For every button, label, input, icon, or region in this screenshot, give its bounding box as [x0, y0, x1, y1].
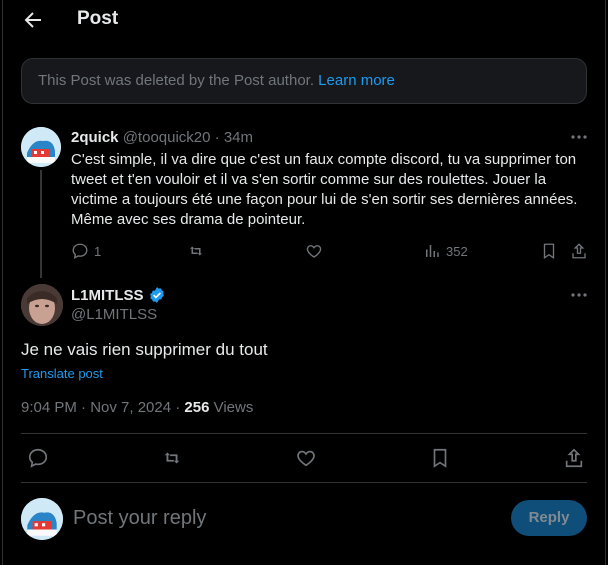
- post-views-label: Views: [209, 399, 254, 416]
- post-meta: 9:04 PM · Nov 7, 2024 · 256 Views: [21, 399, 253, 416]
- main-post-text: Je ne vais rien supprimer du tout: [21, 340, 268, 359]
- main-author-name[interactable]: L1MITLSS: [71, 287, 144, 304]
- views-count: 352: [446, 243, 468, 259]
- back-arrow-icon[interactable]: [21, 8, 45, 32]
- main-actions: [21, 447, 587, 471]
- avatar[interactable]: [21, 284, 63, 326]
- reply-author-name[interactable]: 2quick: [71, 129, 119, 146]
- translate-post-link[interactable]: Translate post: [21, 366, 103, 381]
- share-button[interactable]: [570, 242, 588, 260]
- reply-separator: ·: [214, 129, 220, 146]
- learn-more-link[interactable]: Learn more: [318, 72, 395, 89]
- header: Post: [3, 0, 605, 40]
- deleted-post-notice: This Post was deleted by the Post author…: [21, 58, 587, 104]
- repost-button[interactable]: [187, 242, 205, 260]
- main-author-row: L1MITLSS: [71, 286, 166, 304]
- reply-count: 1: [94, 243, 102, 259]
- post-views-count: 256: [184, 399, 210, 416]
- reply-actions: 1 352: [71, 242, 591, 262]
- divider: [21, 482, 587, 483]
- avatar-2quick-image: [21, 127, 61, 167]
- views-icon: [426, 245, 439, 257]
- reply-button[interactable]: 1: [71, 242, 101, 260]
- repost-icon: [190, 246, 202, 256]
- page-title: Post: [77, 8, 119, 29]
- like-icon: [306, 245, 322, 258]
- reply-author-row: 2quick @tooquick20 · 34m: [71, 129, 253, 146]
- reply-icon: [72, 243, 88, 259]
- reply-button[interactable]: Reply: [511, 500, 587, 536]
- bookmark-button[interactable]: [540, 242, 558, 260]
- reply-text: C'est simple, il va dire que c'est un fa…: [71, 151, 578, 228]
- deleted-notice-text: This Post was deleted by the Post author…: [38, 72, 314, 89]
- bookmark-icon[interactable]: [429, 447, 451, 469]
- post-page: Post This Post was deleted by the Post a…: [2, 0, 606, 565]
- avatar[interactable]: [21, 498, 63, 540]
- share-icon[interactable]: [563, 447, 585, 469]
- thread-line: [40, 170, 42, 278]
- reply-icon[interactable]: [27, 447, 49, 469]
- views-button[interactable]: 352: [423, 242, 468, 260]
- post-timestamp[interactable]: 9:04 PM · Nov 7, 2024 ·: [21, 399, 184, 416]
- avatar-l1mitlss-image: [21, 284, 63, 326]
- share-icon: [572, 243, 586, 259]
- bookmark-icon: [543, 243, 555, 260]
- repost-icon[interactable]: [161, 447, 183, 469]
- main-author-handle[interactable]: @L1MITLSS: [71, 306, 157, 323]
- divider: [21, 433, 587, 434]
- reply-time[interactable]: 34m: [224, 129, 253, 146]
- like-icon[interactable]: [295, 447, 317, 469]
- reply-author-handle[interactable]: @tooquick20: [123, 129, 211, 146]
- verified-badge-icon[interactable]: [148, 286, 166, 304]
- reply-input[interactable]: Post your reply: [73, 507, 206, 530]
- like-button[interactable]: [305, 242, 323, 260]
- more-icon[interactable]: [570, 134, 588, 140]
- avatar-current-user-image: [21, 498, 63, 540]
- avatar[interactable]: [21, 127, 61, 167]
- more-icon[interactable]: [570, 292, 588, 298]
